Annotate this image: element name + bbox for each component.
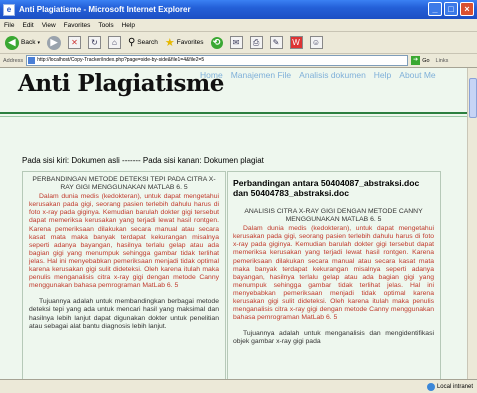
plagiarized-doc-paragraph: Dalam dunia medis (kedokteran), untuk da…: [233, 225, 434, 322]
address-bar: Address http://localhost/Copy-Tracker/in…: [0, 54, 477, 68]
history-icon: ⟲: [210, 36, 223, 49]
window-controls: _ □ ×: [428, 2, 474, 16]
word-icon: W: [289, 36, 303, 49]
scrollbar-thumb[interactable]: [469, 78, 477, 118]
forward-arrow-icon: ▶: [46, 35, 61, 50]
menu-bar: File Edit View Favorites Tools Help: [0, 19, 477, 32]
history-button[interactable]: ⟲: [209, 34, 225, 52]
plagiarized-doc-paragraph: Tujuannya adalah untuk menganalisis dan …: [233, 330, 434, 346]
site-nav: Home Manajemen File Analisis dokumen Hel…: [200, 70, 436, 80]
original-doc-paragraph: Tujuannya adalah untuk membandingkan ber…: [29, 298, 219, 330]
nav-analisis-dokumen[interactable]: Analisis dokumen: [299, 70, 366, 80]
home-button[interactable]: ⌂: [106, 34, 123, 52]
menu-favorites[interactable]: Favorites: [64, 22, 91, 29]
edit-button[interactable]: ✎: [268, 34, 285, 52]
mail-icon: ✉: [229, 36, 243, 49]
go-label: Go: [422, 57, 430, 64]
stop-icon: ✕: [67, 36, 81, 49]
address-label: Address: [3, 57, 24, 64]
ie-icon: e: [3, 3, 15, 16]
favorites-button[interactable]: ★ Favorites: [163, 34, 206, 52]
plagiarized-document-panel[interactable]: Perbandingan antara 50404087_abstraksi.d…: [227, 171, 441, 379]
plagiarized-doc-title: ANALISIS CITRA X-RAY GIGI DENGAN METODE …: [244, 208, 423, 224]
header-rule: [0, 112, 477, 114]
nav-manajemen-file[interactable]: Manajemen File: [231, 70, 291, 80]
page-icon: [28, 57, 36, 64]
address-url: http://localhost/Copy-Tracker/index.php?…: [37, 57, 205, 63]
search-label: Search: [137, 39, 158, 46]
browser-toolbar: ◀ Back ▾ ▶ ✕ ↻ ⌂ ⚲ Search ★ Favorites ⟲ …: [0, 32, 477, 54]
globe-icon: [426, 382, 435, 391]
back-label: Back: [21, 39, 36, 46]
web-page: Anti Plagiatisme Home Manajemen File Ana…: [0, 68, 477, 379]
menu-tools[interactable]: Tools: [98, 22, 113, 29]
back-button[interactable]: ◀ Back ▾: [3, 34, 42, 52]
menu-edit[interactable]: Edit: [22, 22, 33, 29]
refresh-button[interactable]: ↻: [86, 34, 103, 52]
header-rule-thin: [0, 116, 477, 117]
stop-button[interactable]: ✕: [66, 34, 83, 52]
back-arrow-icon: ◀: [5, 35, 19, 50]
address-input[interactable]: http://localhost/Copy-Tracker/index.php?…: [26, 55, 409, 66]
zone-label: Local intranet: [436, 383, 473, 390]
comparison-heading: Perbandingan antara 50404087_abstraksi.d…: [233, 178, 420, 198]
site-header: Anti Plagiatisme Home Manajemen File Ana…: [0, 68, 477, 112]
site-logo: Anti Plagiatisme: [18, 70, 224, 97]
dropdown-icon: ▾: [37, 39, 40, 46]
original-doc-paragraph: Dalam dunia medis (kedokteran), untuk da…: [29, 193, 219, 290]
links-label[interactable]: Links: [436, 58, 449, 64]
comparison-legend: Pada sisi kiri: Dokumen asli ------- Pad…: [22, 156, 264, 165]
print-button[interactable]: ⎙: [248, 34, 265, 52]
status-bar: Local intranet: [0, 379, 477, 393]
edit-icon: ✎: [269, 36, 283, 49]
page-scrollbar[interactable]: [467, 68, 477, 379]
nav-help[interactable]: Help: [374, 70, 391, 80]
window-title: Anti Plagiatisme - Microsoft Internet Ex…: [19, 5, 191, 14]
go-button[interactable]: ➔ Go: [411, 56, 430, 65]
minimize-button[interactable]: _: [428, 2, 442, 16]
refresh-icon: ↻: [87, 36, 101, 49]
discuss-button[interactable]: W: [288, 34, 305, 52]
home-icon: ⌂: [107, 36, 121, 49]
original-doc-title: PERBANDINGAN METODE DETEKSI TEPI PADA CI…: [32, 176, 216, 192]
close-button[interactable]: ×: [460, 2, 474, 16]
mail-button[interactable]: ✉: [228, 34, 245, 52]
go-arrow-icon: ➔: [411, 56, 421, 65]
nav-home[interactable]: Home: [200, 70, 223, 80]
search-icon: ⚲: [127, 37, 136, 48]
nav-about-me[interactable]: About Me: [399, 70, 435, 80]
forward-button[interactable]: ▶: [45, 34, 63, 52]
menu-file[interactable]: File: [4, 22, 14, 29]
messenger-icon: ☺: [309, 36, 323, 49]
security-zone: Local intranet: [426, 382, 473, 391]
search-button[interactable]: ⚲ Search: [126, 34, 160, 52]
maximize-button[interactable]: □: [444, 2, 458, 16]
menu-view[interactable]: View: [42, 22, 56, 29]
star-icon: ★: [164, 37, 175, 49]
messenger-button[interactable]: ☺: [308, 34, 325, 52]
original-document-panel[interactable]: PERBANDINGAN METODE DETEKSI TEPI PADA CI…: [22, 171, 226, 379]
favorites-label: Favorites: [176, 39, 204, 46]
menu-help[interactable]: Help: [122, 22, 135, 29]
window-titlebar[interactable]: e Anti Plagiatisme - Microsoft Internet …: [0, 0, 477, 19]
print-icon: ⎙: [249, 36, 263, 49]
